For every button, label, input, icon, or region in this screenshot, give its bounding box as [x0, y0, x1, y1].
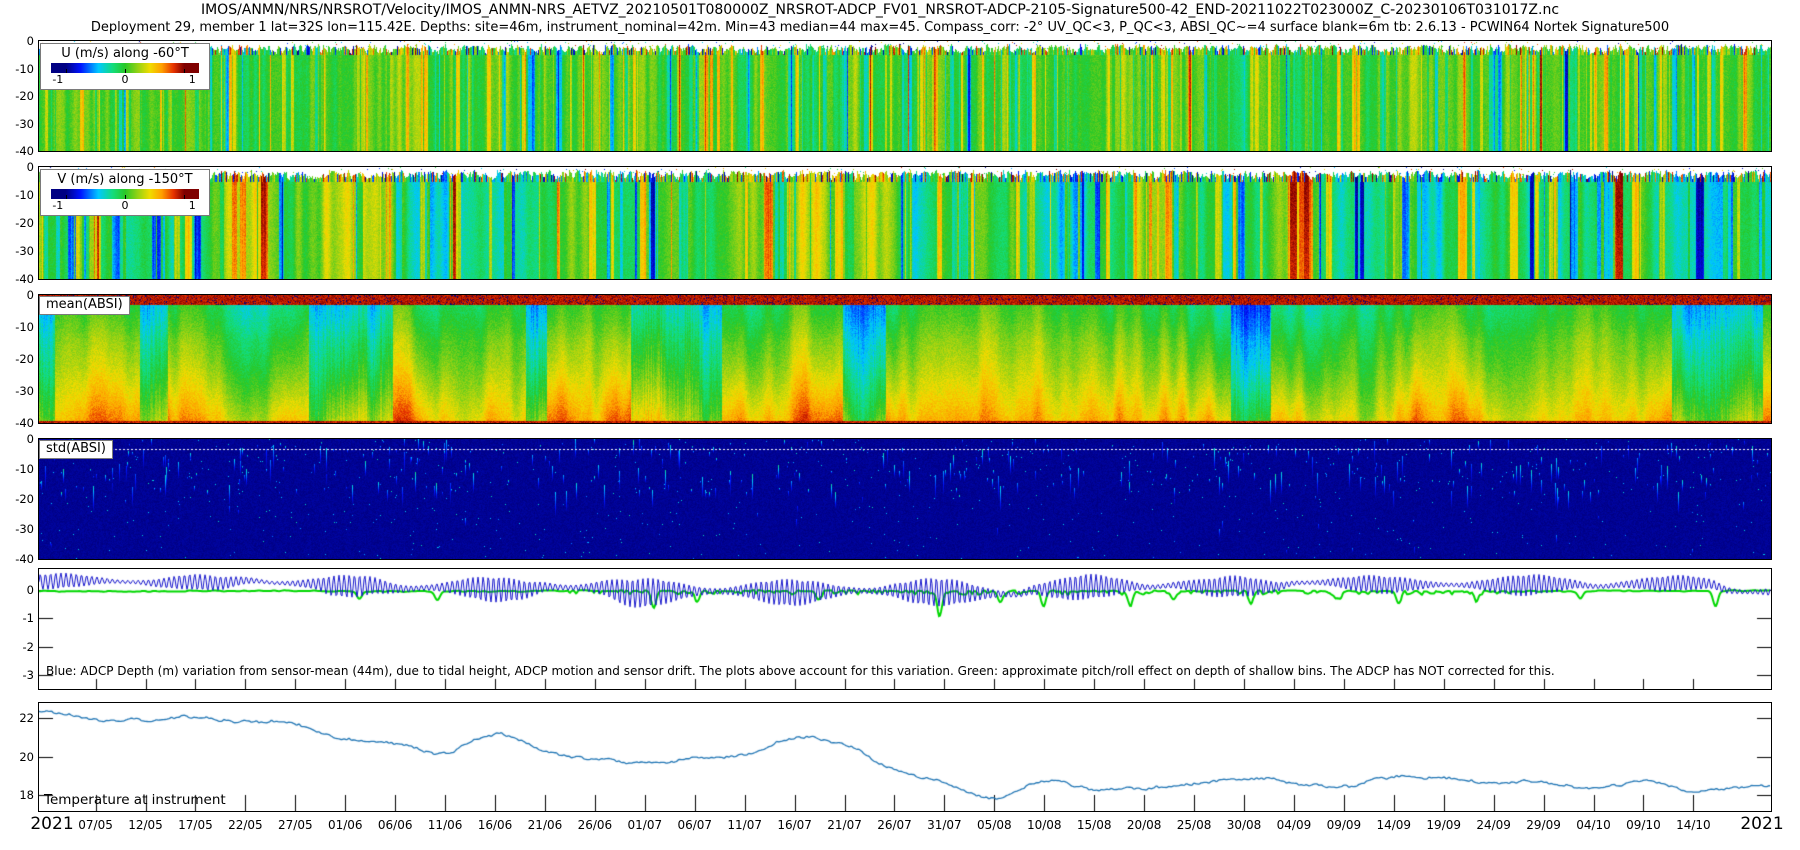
panel-std-absi [38, 438, 1772, 560]
x-tick-label: 22/05 [228, 818, 263, 832]
x-tick-label: 21/06 [528, 818, 563, 832]
y-tick-label-temp: 20 [0, 751, 34, 763]
y-tick-label-u: -30 [0, 118, 34, 130]
x-tick-label: 04/09 [1277, 818, 1312, 832]
x-tick-label: 31/07 [927, 818, 962, 832]
x-tick-label: 06/07 [677, 818, 712, 832]
y-tick-label-v: -30 [0, 245, 34, 257]
y-tick-label-mean_absi: 0 [0, 289, 34, 301]
x-tick-label: 11/07 [727, 818, 762, 832]
colorbar-tick-label: -1 [52, 199, 63, 212]
y-tick-label-u: -10 [0, 63, 34, 75]
mean-absi-heatmap [39, 295, 1771, 423]
x-tick-label: 09/09 [1327, 818, 1362, 832]
y-tick-label-mean_absi: -20 [0, 353, 34, 365]
colorbar-tick-label: 0 [122, 73, 129, 86]
v-colorbar-gradient [51, 189, 199, 199]
x-tick-label: 10/08 [1027, 818, 1062, 832]
y-tick-label-u: -40 [0, 145, 34, 157]
y-tick-label-depth: -1 [0, 612, 34, 624]
y-tick-label-depth: 0 [0, 584, 34, 596]
x-tick-label: 09/10 [1626, 818, 1661, 832]
u-colorbar-gradient [51, 63, 199, 73]
x-tick-label: 01/06 [328, 818, 363, 832]
x-tick-label: 14/09 [1376, 818, 1411, 832]
x-tick-label: 01/07 [628, 818, 663, 832]
u-colorbar-legend: U (m/s) along -60°T -1 0 1 [40, 43, 210, 90]
x-tick-label: 17/05 [178, 818, 213, 832]
figure-title-filename: IMOS/ANMN/NRS/NRSROT/Velocity/IMOS_ANMN-… [0, 2, 1760, 18]
temperature-label: Temperature at instrument [44, 792, 226, 808]
x-tick-label: 16/06 [478, 818, 513, 832]
u-legend-title: U (m/s) along -60°T [41, 45, 209, 62]
x-tick-label: 27/05 [278, 818, 313, 832]
y-tick-label-mean_absi: -40 [0, 417, 34, 429]
x-tick-label: 05/08 [977, 818, 1012, 832]
depth-panel-annotation: Blue: ADCP Depth (m) variation from sens… [46, 664, 1555, 678]
x-tick-label: 07/05 [78, 818, 113, 832]
x-tick-label: 11/06 [428, 818, 463, 832]
y-tick-label-v: -20 [0, 217, 34, 229]
colorbar-tick-label: 0 [122, 199, 129, 212]
x-tick-label: 14/10 [1676, 818, 1711, 832]
x-tick-label: 29/09 [1526, 818, 1561, 832]
y-tick-label-u: 0 [0, 35, 34, 47]
x-tick-label: 12/05 [128, 818, 163, 832]
x-tick-label: 06/06 [378, 818, 413, 832]
x-tick-label: 21/07 [827, 818, 862, 832]
y-tick-label-v: -10 [0, 189, 34, 201]
panel-temperature [38, 702, 1772, 812]
u-velocity-heatmap [39, 41, 1771, 151]
y-tick-label-v: 0 [0, 161, 34, 173]
colorbar-tick-label: 1 [189, 199, 196, 212]
figure: IMOS/ANMN/NRS/NRSROT/Velocity/IMOS_ANMN-… [0, 0, 1800, 850]
x-tick-label: 26/07 [877, 818, 912, 832]
v-legend-title: V (m/s) along -150°T [41, 171, 209, 188]
y-tick-label-std_absi: -20 [0, 493, 34, 505]
mean-absi-label: mean(ABSI) [39, 296, 130, 315]
temperature-lineplot [39, 703, 1771, 811]
x-tick-label: 30/08 [1227, 818, 1262, 832]
v-colorbar-legend: V (m/s) along -150°T -1 0 1 [40, 169, 210, 216]
std-absi-label: std(ABSI) [39, 440, 113, 459]
v-velocity-heatmap [39, 167, 1771, 279]
y-tick-label-std_absi: 0 [0, 433, 34, 445]
colorbar-tick-label: 1 [189, 73, 196, 86]
y-tick-label-std_absi: -10 [0, 463, 34, 475]
y-tick-label-v: -40 [0, 273, 34, 285]
y-tick-label-temp: 22 [0, 712, 34, 724]
y-tick-label-depth: -3 [0, 669, 34, 681]
y-tick-label-temp: 18 [0, 789, 34, 801]
x-tick-label: 15/08 [1077, 818, 1112, 832]
std-absi-heatmap [39, 439, 1771, 559]
panel-v-velocity [38, 166, 1772, 280]
colorbar-tick-label: -1 [52, 73, 63, 86]
x-axis-year-left: 2021 [30, 814, 73, 834]
x-tick-label: 04/10 [1576, 818, 1611, 832]
y-tick-label-depth: -2 [0, 641, 34, 653]
y-tick-label-std_absi: -40 [0, 553, 34, 565]
x-tick-label: 16/07 [777, 818, 812, 832]
v-colorbar-ticks: -1 0 1 [41, 199, 209, 212]
x-tick-label: 20/08 [1127, 818, 1162, 832]
x-tick-label: 19/09 [1426, 818, 1461, 832]
x-tick-label: 24/09 [1476, 818, 1511, 832]
x-axis-year-right: 2021 [1740, 814, 1783, 834]
figure-subtitle-deployment: Deployment 29, member 1 lat=32S lon=115.… [0, 20, 1760, 35]
x-tick-label: 25/08 [1177, 818, 1212, 832]
x-tick-label: 26/06 [578, 818, 613, 832]
panel-u-velocity [38, 40, 1772, 152]
y-tick-label-mean_absi: -10 [0, 321, 34, 333]
panel-mean-absi [38, 294, 1772, 424]
y-tick-label-u: -20 [0, 90, 34, 102]
y-tick-label-std_absi: -30 [0, 523, 34, 535]
y-tick-label-mean_absi: -30 [0, 385, 34, 397]
u-colorbar-ticks: -1 0 1 [41, 73, 209, 86]
